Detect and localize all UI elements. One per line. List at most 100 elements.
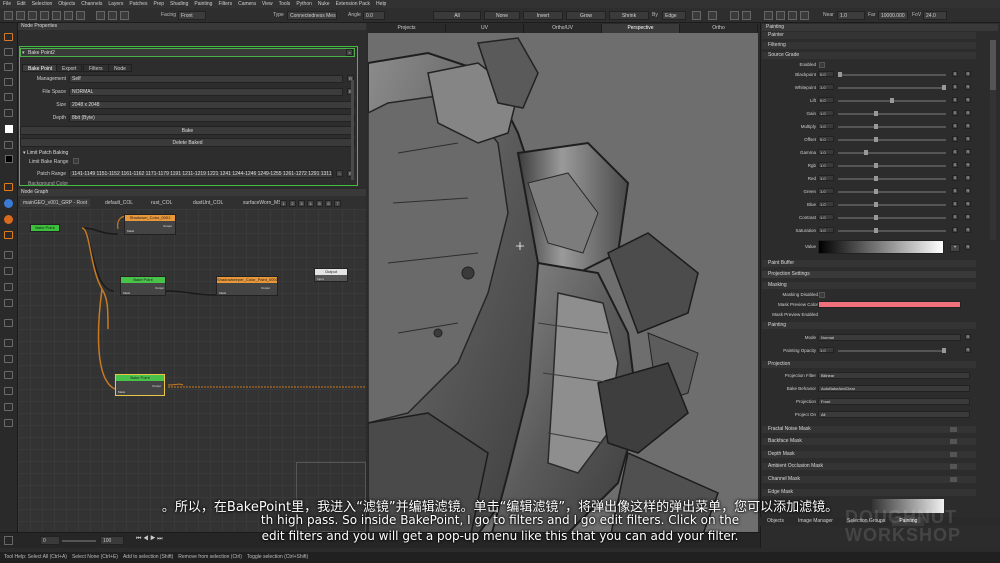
reset-icon[interactable]: R	[965, 162, 971, 168]
graph-button-4[interactable]: 4	[307, 200, 314, 207]
select-all-button[interactable]: All	[433, 11, 481, 20]
slider-knob[interactable]	[874, 176, 878, 181]
grade-value-input[interactable]: 1.0	[818, 123, 834, 129]
properties-scrollbar[interactable]	[351, 80, 354, 180]
grade-slider[interactable]	[838, 150, 946, 155]
menu-file[interactable]: File	[3, 1, 11, 7]
bake-button[interactable]: Bake	[20, 126, 355, 135]
patch-picker-icon[interactable]: ○	[336, 170, 343, 177]
projection-select[interactable]: Front	[818, 398, 970, 405]
solo-icon[interactable]: S	[952, 175, 958, 181]
material-tool-icon[interactable]	[4, 215, 13, 224]
menu-patches[interactable]: Patches	[129, 1, 147, 7]
backface-mask-section[interactable]: Backface Mask	[762, 438, 976, 445]
bake-point-node[interactable]: Bake Point Mask Output	[120, 276, 166, 296]
eyedropper-icon[interactable]	[4, 267, 13, 275]
grade-value-input[interactable]: 1.0	[818, 175, 834, 181]
menu-tools[interactable]: Tools	[279, 1, 291, 7]
rect-select-icon[interactable]	[28, 11, 37, 20]
menu-nuke[interactable]: Nuke	[318, 1, 330, 7]
depth-mask-section[interactable]: Depth Mask	[762, 451, 976, 458]
grade-slider[interactable]	[838, 202, 946, 207]
tab-root[interactable]: mainGEO_v001_GRP - Root	[20, 199, 91, 207]
arrow-down-icon[interactable]	[4, 371, 13, 379]
toggle-icon[interactable]	[950, 464, 957, 469]
filtering-section[interactable]: Filtering	[762, 42, 976, 49]
menu-selection[interactable]: Selection	[32, 1, 53, 7]
slider-knob[interactable]	[874, 124, 878, 129]
solo-icon[interactable]: S	[952, 71, 958, 77]
patch-select-icon[interactable]	[52, 11, 61, 20]
menu-help[interactable]: Help	[376, 1, 386, 7]
lock-icon[interactable]	[776, 11, 785, 20]
close-node-icon[interactable]: ×	[346, 49, 353, 56]
object-select-icon[interactable]	[76, 11, 85, 20]
reset-icon[interactable]: R	[965, 136, 971, 142]
solo-icon[interactable]: S	[952, 84, 958, 90]
facing-select[interactable]: Front	[178, 11, 206, 20]
type-select[interactable]: Connectedness Mesh	[287, 11, 337, 20]
projection-tool-icon[interactable]	[4, 231, 13, 239]
grade-slider[interactable]	[838, 111, 946, 116]
solo-icon[interactable]: S	[952, 97, 958, 103]
grade-slider[interactable]	[838, 72, 946, 77]
solo-icon[interactable]: S	[952, 149, 958, 155]
value-gradient[interactable]	[818, 240, 944, 254]
menu-objects[interactable]: Objects	[58, 1, 75, 7]
size-select[interactable]: 2048 x 2048	[69, 101, 355, 109]
foreground-color-swatch[interactable]	[5, 125, 13, 133]
wireframe-icon[interactable]	[708, 11, 717, 20]
slider-knob[interactable]	[838, 72, 842, 77]
reset-icon[interactable]: R	[965, 149, 971, 155]
tab-ortho[interactable]: Ortho	[680, 24, 758, 33]
bake-point-node[interactable]: Bake Point	[30, 224, 60, 232]
grade-value-input[interactable]: 1.0	[818, 149, 834, 155]
reset-icon[interactable]: R	[965, 71, 971, 77]
clone-tool-icon[interactable]	[4, 63, 13, 71]
ambient-occlusion-mask-section[interactable]: Ambient Occlusion Mask	[762, 463, 976, 470]
reset-icon[interactable]: R	[965, 347, 971, 353]
select-tool-icon[interactable]	[4, 11, 13, 20]
reset-icon[interactable]: R	[965, 214, 971, 220]
menu-python[interactable]: Python	[296, 1, 312, 7]
slider-knob[interactable]	[942, 85, 946, 90]
grade-slider[interactable]	[838, 215, 946, 220]
fov-input[interactable]: 24.0	[923, 11, 947, 20]
projection-section[interactable]: Projection	[762, 361, 976, 368]
face-select-icon[interactable]	[64, 11, 73, 20]
solo-icon[interactable]: S	[952, 227, 958, 233]
paint-buffer-section[interactable]: Paint Buffer	[762, 260, 976, 267]
menu-extension-pack[interactable]: Extension Pack	[336, 1, 370, 7]
text-tool-icon[interactable]	[4, 319, 13, 327]
right-panel-scrollbar[interactable]	[990, 40, 996, 240]
slider-knob[interactable]	[874, 137, 878, 142]
angle-input[interactable]: 0.0	[363, 11, 385, 20]
menu-shading[interactable]: Shading	[170, 1, 188, 7]
shrink-button[interactable]: Shrink	[609, 11, 649, 20]
menu-camera[interactable]: Camera	[238, 1, 256, 7]
grow-button[interactable]: Grow	[566, 11, 606, 20]
solo-icon[interactable]: S	[952, 123, 958, 129]
move-tool-icon[interactable]	[4, 355, 13, 363]
paint-through-icon[interactable]	[4, 299, 13, 307]
graph-button-2[interactable]: 2	[289, 200, 296, 207]
solo-icon[interactable]: S	[952, 188, 958, 194]
output-node[interactable]: Output Input	[314, 268, 348, 282]
grab-tool-icon[interactable]	[4, 251, 13, 259]
sphere-tool-icon[interactable]	[4, 199, 13, 208]
grade-value-input[interactable]: 1.0	[818, 214, 834, 220]
swap-colors-icon[interactable]	[4, 141, 13, 149]
painting-section[interactable]: Painting	[762, 322, 976, 329]
frame-icon[interactable]	[788, 11, 797, 20]
eyedropper-icon[interactable]: ⌖	[950, 244, 960, 252]
menu-painting[interactable]: Painting	[194, 1, 212, 7]
solo-icon[interactable]: S	[952, 110, 958, 116]
slider-knob[interactable]	[874, 215, 878, 220]
menu-filters[interactable]: Filters	[218, 1, 232, 7]
shadowm-color-node[interactable]: Shadowm_Color_0001 Mask Output	[124, 214, 176, 235]
grade-slider[interactable]	[838, 137, 946, 142]
enabled-checkbox[interactable]	[819, 62, 825, 68]
grade-value-input[interactable]: 0.0	[818, 97, 834, 103]
bake-behavior-select[interactable]: AutoBakeAndClear	[818, 385, 970, 392]
tab-ortho-uv[interactable]: Ortho/UV	[524, 24, 602, 33]
